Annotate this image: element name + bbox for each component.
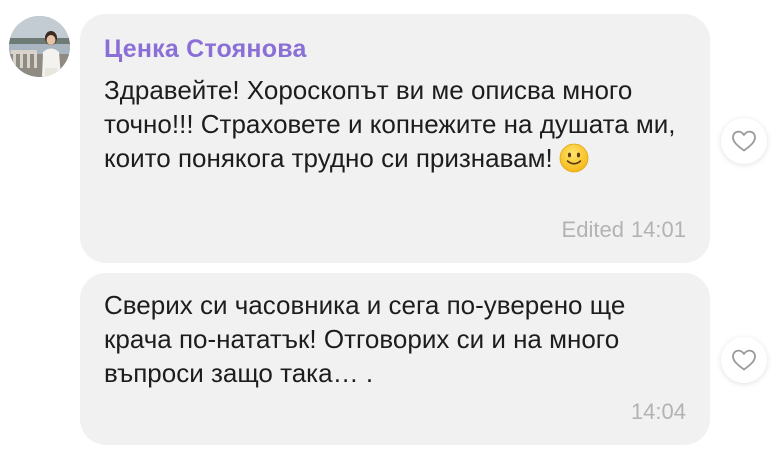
message-time: 14:04 — [630, 399, 686, 424]
heart-outline-icon — [732, 130, 756, 152]
message-bubble[interactable]: Ценка Стоянова Здравейте! Хороскопът ви … — [80, 14, 710, 263]
message-text: Здравейте! Хороскопът ви ме описва много… — [104, 73, 686, 175]
slightly-smiling-face-icon — [559, 143, 589, 173]
message-text-content: Здравейте! Хороскопът ви ме описва много… — [104, 75, 676, 173]
chat-thread: Ценка Стоянова Здравейте! Хороскопът ви … — [0, 0, 783, 449]
message-meta: 14:04 — [631, 399, 686, 425]
avatar[interactable] — [9, 16, 70, 77]
like-button[interactable] — [721, 337, 767, 383]
sender-name[interactable]: Ценка Стоянова — [104, 35, 307, 64]
message-time: 14:01 — [630, 217, 686, 242]
edited-label: Edited — [561, 217, 624, 242]
message-text: Сверих си часовника и сега по-уверено ще… — [104, 290, 626, 388]
message-bubble[interactable]: Сверих си часовника и сега по-уверено ще… — [80, 273, 710, 445]
like-button[interactable] — [721, 118, 767, 164]
message-meta: Edited 14:01 — [562, 217, 686, 243]
heart-outline-icon — [732, 349, 756, 371]
avatar-photo — [9, 16, 70, 77]
